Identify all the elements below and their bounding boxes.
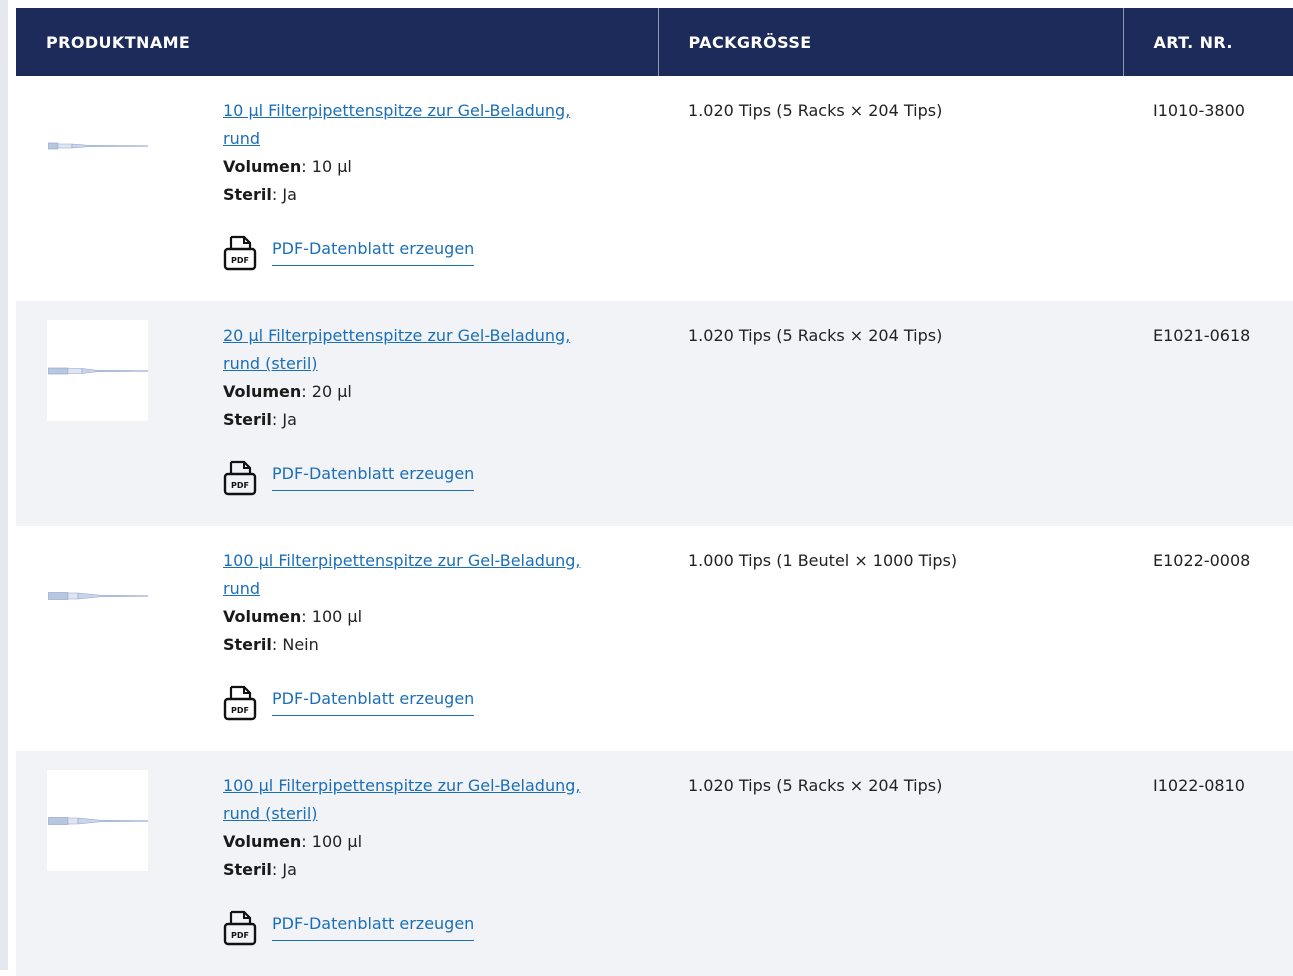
pipette-tip-icon xyxy=(47,591,148,600)
product-name-cell: 10 µl Filterpipettenspitze zur Gel-Belad… xyxy=(16,76,658,301)
volume-value: : 100 µl xyxy=(301,832,363,851)
svg-text:PDF: PDF xyxy=(231,931,249,940)
product-title-line1[interactable]: 20 µl Filterpipettenspitze zur Gel-Belad… xyxy=(223,326,570,345)
table-row: 20 µl Filterpipettenspitze zur Gel-Belad… xyxy=(16,301,1293,526)
table-header: PRODUKTNAME PACKGRÖSSE ART. NR. xyxy=(16,8,1293,76)
product-title-line1[interactable]: 100 µl Filterpipettenspitze zur Gel-Bela… xyxy=(223,551,580,570)
product-info: 20 µl Filterpipettenspitze zur Gel-Belad… xyxy=(223,322,643,434)
sterile-spec: Steril: Ja xyxy=(223,181,643,209)
product-link[interactable]: 100 µl Filterpipettenspitze zur Gel-Bela… xyxy=(223,547,643,603)
sterile-value: : Ja xyxy=(271,410,297,429)
volume-label: Volumen xyxy=(223,832,302,851)
sterile-label: Steril xyxy=(223,635,272,654)
volume-label: Volumen xyxy=(223,382,302,401)
volume-spec: Volumen: 20 µl xyxy=(223,378,643,406)
column-header-pack-size[interactable]: PACKGRÖSSE xyxy=(657,8,1123,76)
product-info: 100 µl Filterpipettenspitze zur Gel-Bela… xyxy=(223,772,643,884)
column-header-article-number[interactable]: ART. NR. xyxy=(1122,8,1293,76)
pdf-datasheet-label[interactable]: PDF-Datenblatt erzeugen xyxy=(272,460,475,491)
sterile-spec: Steril: Ja xyxy=(223,406,643,434)
pdf-datasheet-button[interactable]: PDF PDF-Datenblatt erzeugen xyxy=(223,685,475,721)
pack-size-cell: 1.000 Tips (1 Beutel × 1000 Tips) xyxy=(688,551,958,570)
product-name-cell: 20 µl Filterpipettenspitze zur Gel-Belad… xyxy=(16,301,658,526)
product-title-line2[interactable]: rund xyxy=(223,129,260,148)
volume-label: Volumen xyxy=(223,607,302,626)
table-row: 100 µl Filterpipettenspitze zur Gel-Bela… xyxy=(16,751,1293,976)
pdf-datasheet-label[interactable]: PDF-Datenblatt erzeugen xyxy=(272,235,475,266)
sterile-label: Steril xyxy=(223,410,272,429)
product-info: 100 µl Filterpipettenspitze zur Gel-Bela… xyxy=(223,547,643,659)
svg-text:PDF: PDF xyxy=(231,706,249,715)
article-number-cell: I1010-3800 xyxy=(1153,101,1245,120)
product-info: 10 µl Filterpipettenspitze zur Gel-Belad… xyxy=(223,97,643,209)
volume-spec: Volumen: 100 µl xyxy=(223,828,643,856)
pdf-datasheet-label[interactable]: PDF-Datenblatt erzeugen xyxy=(272,685,475,716)
pdf-datasheet-button[interactable]: PDF PDF-Datenblatt erzeugen xyxy=(223,460,475,496)
pack-size-cell: 1.020 Tips (5 Racks × 204 Tips) xyxy=(688,326,943,345)
product-title-line1[interactable]: 10 µl Filterpipettenspitze zur Gel-Belad… xyxy=(223,101,570,120)
sterile-label: Steril xyxy=(223,860,272,879)
volume-label: Volumen xyxy=(223,157,302,176)
volume-spec: Volumen: 10 µl xyxy=(223,153,643,181)
product-name-cell: 100 µl Filterpipettenspitze zur Gel-Bela… xyxy=(16,751,658,976)
product-link[interactable]: 10 µl Filterpipettenspitze zur Gel-Belad… xyxy=(223,97,643,153)
product-link[interactable]: 20 µl Filterpipettenspitze zur Gel-Belad… xyxy=(223,322,643,378)
pdf-datasheet-button[interactable]: PDF PDF-Datenblatt erzeugen xyxy=(223,235,475,271)
product-title-line2[interactable]: rund (steril) xyxy=(223,804,318,823)
article-number-cell: E1022-0008 xyxy=(1153,551,1251,570)
pack-size-cell: 1.020 Tips (5 Racks × 204 Tips) xyxy=(688,776,943,795)
table-row: 100 µl Filterpipettenspitze zur Gel-Bela… xyxy=(16,526,1293,751)
pdf-datasheet-label[interactable]: PDF-Datenblatt erzeugen xyxy=(272,910,475,941)
page-frame: PRODUKTNAME PACKGRÖSSE ART. NR. 10 µl Fi… xyxy=(0,0,1293,976)
product-title-line2[interactable]: rund (steril) xyxy=(223,354,318,373)
column-header-product-name[interactable]: PRODUKTNAME xyxy=(16,8,658,76)
pipette-tip-icon xyxy=(47,142,148,149)
volume-spec: Volumen: 100 µl xyxy=(223,603,643,631)
svg-text:PDF: PDF xyxy=(231,481,249,490)
volume-value: : 10 µl xyxy=(301,157,352,176)
table-row: 10 µl Filterpipettenspitze zur Gel-Belad… xyxy=(16,76,1293,301)
product-image[interactable] xyxy=(47,95,148,196)
pack-size-cell: 1.020 Tips (5 Racks × 204 Tips) xyxy=(688,101,943,120)
pdf-document-icon: PDF xyxy=(223,235,257,271)
pipette-tip-icon xyxy=(47,816,148,825)
sterile-value: : Ja xyxy=(271,185,297,204)
sterile-spec: Steril: Ja xyxy=(223,856,643,884)
product-link[interactable]: 100 µl Filterpipettenspitze zur Gel-Bela… xyxy=(223,772,643,828)
sterile-label: Steril xyxy=(223,185,272,204)
product-table: PRODUKTNAME PACKGRÖSSE ART. NR. 10 µl Fi… xyxy=(16,8,1293,976)
product-name-cell: 100 µl Filterpipettenspitze zur Gel-Bela… xyxy=(16,526,658,751)
sterile-value: : Nein xyxy=(271,635,319,654)
pipette-tip-icon xyxy=(47,367,148,374)
pdf-document-icon: PDF xyxy=(223,460,257,496)
pdf-datasheet-button[interactable]: PDF PDF-Datenblatt erzeugen xyxy=(223,910,475,946)
sterile-value: : Ja xyxy=(271,860,297,879)
svg-text:PDF: PDF xyxy=(231,256,249,265)
pdf-document-icon: PDF xyxy=(223,685,257,721)
product-image[interactable] xyxy=(47,545,148,646)
volume-value: : 100 µl xyxy=(301,607,363,626)
product-title-line1[interactable]: 100 µl Filterpipettenspitze zur Gel-Bela… xyxy=(223,776,580,795)
article-number-cell: E1021-0618 xyxy=(1153,326,1251,345)
sterile-spec: Steril: Nein xyxy=(223,631,643,659)
product-image[interactable] xyxy=(47,320,148,421)
product-image[interactable] xyxy=(47,770,148,871)
header-row: PRODUKTNAME PACKGRÖSSE ART. NR. xyxy=(16,8,1293,76)
pdf-document-icon: PDF xyxy=(223,910,257,946)
product-title-line2[interactable]: rund xyxy=(223,579,260,598)
article-number-cell: I1022-0810 xyxy=(1153,776,1245,795)
volume-value: : 20 µl xyxy=(301,382,352,401)
